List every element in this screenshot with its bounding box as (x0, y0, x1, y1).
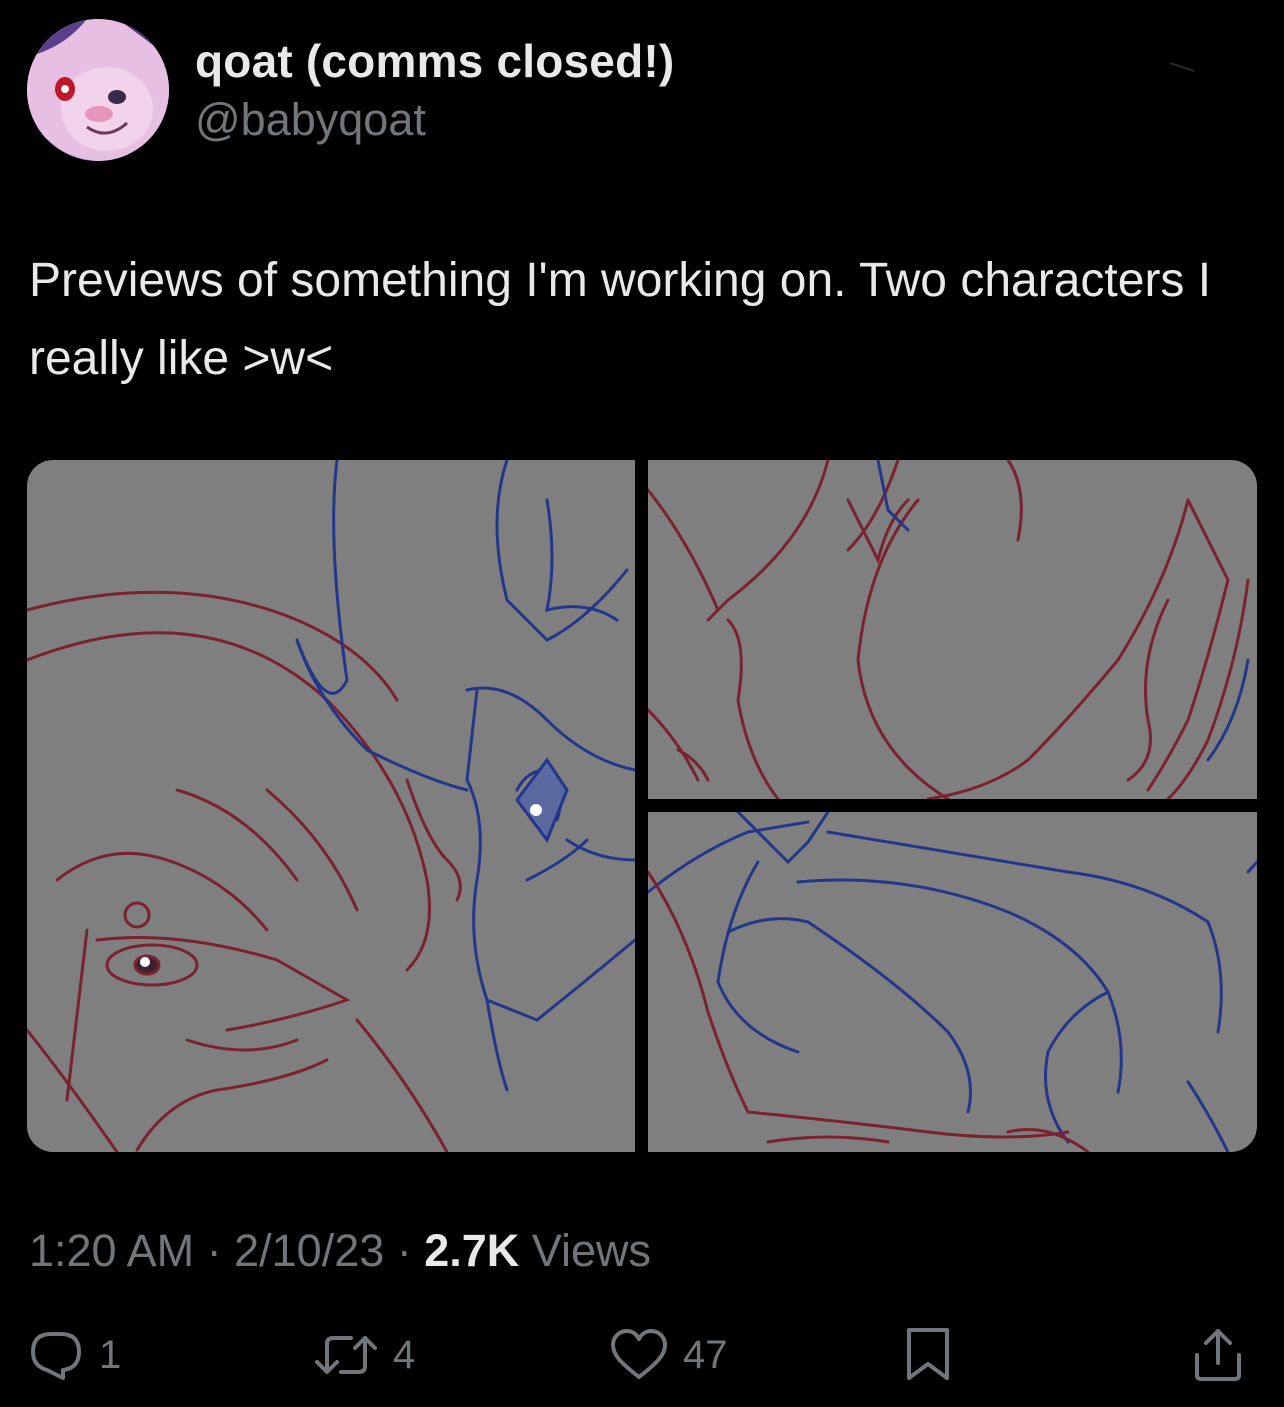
avatar[interactable] (27, 19, 169, 161)
share-button[interactable] (1189, 1325, 1247, 1385)
like-button[interactable]: 47 (609, 1325, 728, 1385)
retweet-button[interactable]: 4 (313, 1325, 415, 1385)
like-count: 47 (683, 1332, 728, 1377)
share-icon (1189, 1325, 1247, 1385)
sketch-image-2 (648, 460, 1250, 799)
media-grid[interactable] (27, 460, 1257, 1152)
handle[interactable]: @babyqoat (195, 94, 426, 146)
tweet-date[interactable]: 2/10/23 (234, 1225, 384, 1276)
heart-icon (609, 1327, 669, 1383)
views-count: 2.7K (424, 1225, 520, 1276)
bookmark-button[interactable] (903, 1325, 953, 1385)
media-image-2[interactable] (648, 460, 1257, 799)
bookmark-icon (903, 1326, 953, 1384)
tweet-text: Previews of something I'm working on. Tw… (29, 254, 1212, 385)
sketch-image-3 (648, 812, 1257, 1152)
reply-icon (27, 1326, 85, 1384)
reply-count: 1 (99, 1332, 122, 1377)
retweet-icon (313, 1326, 379, 1384)
tweet-meta: 1:20 AM · 2/10/23 · 2.7K Views (29, 1225, 651, 1277)
tweet-time[interactable]: 1:20 AM (29, 1225, 194, 1276)
more-icon[interactable] (1168, 60, 1196, 74)
views-label: Views (519, 1225, 652, 1276)
sketch-image-1 (27, 460, 635, 1152)
meta-separator: · (384, 1225, 425, 1276)
reply-button[interactable]: 1 (27, 1325, 121, 1385)
retweet-count: 4 (393, 1332, 416, 1377)
display-name[interactable]: qoat (comms closed!) (195, 34, 674, 88)
meta-separator: · (194, 1225, 235, 1276)
avatar-image (27, 19, 169, 161)
media-image-3[interactable] (648, 812, 1257, 1152)
media-image-1[interactable] (27, 460, 635, 1152)
